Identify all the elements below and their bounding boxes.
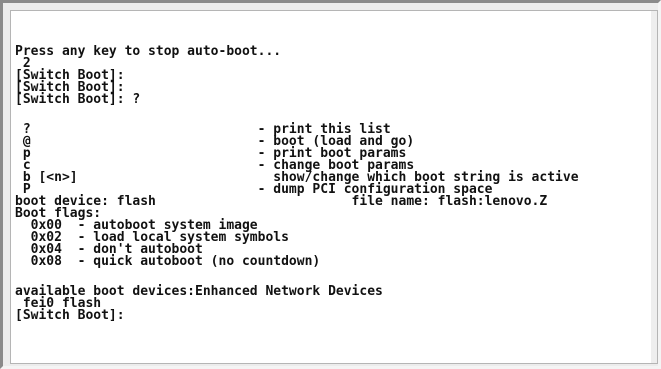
scrollbar[interactable] [651, 11, 657, 363]
terminal-console[interactable]: Press any key to stop auto-boot... 2 [Sw… [10, 10, 658, 364]
terminal-line: Press any key to stop auto-boot... [15, 44, 282, 59]
terminal-window-frame: Press any key to stop auto-boot... 2 [Sw… [0, 0, 661, 369]
terminal-line: 0x08 - quick autoboot (no countdown) [15, 254, 321, 269]
terminal-line: [Switch Boot]: ? [15, 92, 141, 107]
terminal-line: [Switch Boot]: [15, 308, 125, 323]
